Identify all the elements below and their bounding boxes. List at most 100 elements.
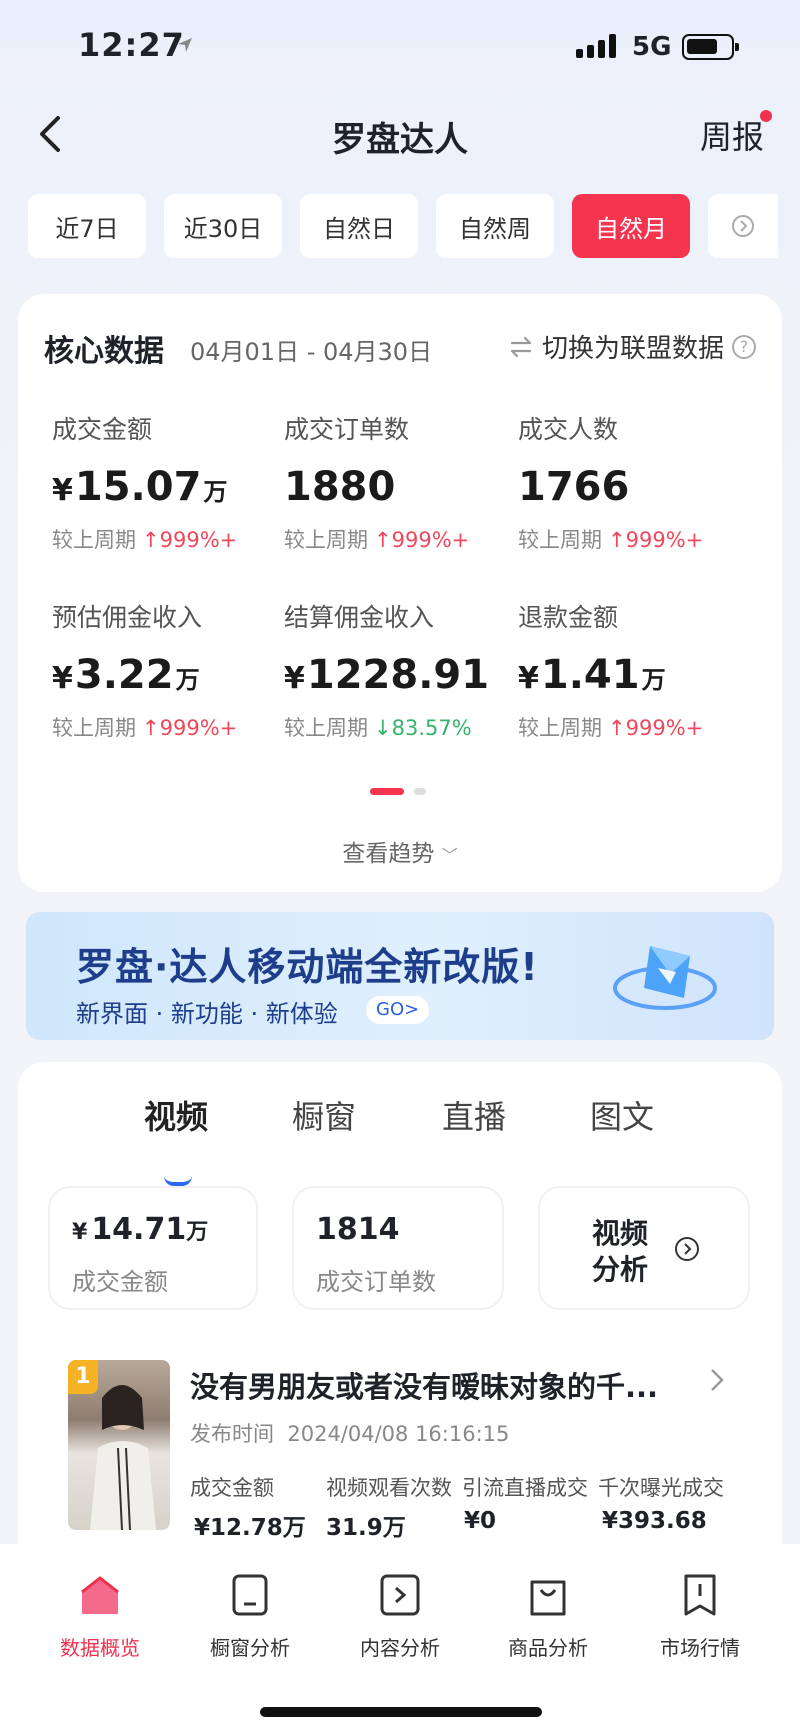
metric-compare: 较上周期 ↓83.57% <box>284 716 472 740</box>
tabbar-item-market[interactable]: 市场行情 <box>630 1570 770 1661</box>
tabbar-label: 内容分析 <box>360 1636 440 1660</box>
video-stat-label: 成交金额 <box>190 1476 274 1500</box>
period-tabs: 近7日 近30日 自然日 自然周 自然月 <box>28 194 800 258</box>
page-indicator <box>370 788 426 795</box>
metric-value: ¥1.41万 <box>518 652 666 698</box>
tab-window[interactable]: 橱窗 <box>292 1092 356 1138</box>
metric-label: 退款金额 <box>518 603 619 632</box>
stat-label: 成交金额 <box>72 1268 168 1296</box>
person-image <box>90 1385 156 1530</box>
view-trend-link[interactable]: 查看趋势 ﹀ <box>18 834 782 868</box>
metric-buyers[interactable]: 成交人数 1766 较上周期 ↑999%+ <box>518 410 758 554</box>
period-tab-month[interactable]: 自然月 <box>572 194 690 258</box>
tabbar-label: 数据概览 <box>60 1636 140 1660</box>
active-tab-indicator <box>164 1176 192 1186</box>
video-stat-value: 31.9万 <box>326 1515 406 1541</box>
metric-gmv[interactable]: 成交金额 ¥15.07万 较上周期 ↑999%+ <box>52 410 292 554</box>
core-data-title: 核心数据 <box>44 334 164 369</box>
metric-settled-commission[interactable]: 结算佣金收入 ¥1228.91 较上周期 ↓83.57% <box>284 598 524 742</box>
stat-label: 成交订单数 <box>316 1268 436 1296</box>
banner-subtitle: 新界面 · 新功能 · 新体验 <box>76 1000 338 1028</box>
tabbar-item-product[interactable]: 商品分析 <box>478 1570 618 1661</box>
metric-compare: 较上周期 ↑999%+ <box>52 528 238 552</box>
status-time: 12:27 <box>78 26 185 64</box>
metric-compare: 较上周期 ↑999%+ <box>284 528 470 552</box>
tab-live[interactable]: 直播 <box>442 1092 506 1138</box>
video-title: 没有男朋友或者没有暧昧对象的千... <box>190 1370 659 1404</box>
tabbar-item-window[interactable]: 橱窗分析 <box>180 1570 320 1661</box>
metric-value: 1766 <box>518 464 630 510</box>
tab-video[interactable]: 视频 <box>144 1092 208 1138</box>
network-label: 5G <box>632 32 672 62</box>
notification-dot <box>760 110 772 122</box>
stat-gmv-box[interactable]: ¥14.71万 成交金额 <box>48 1186 258 1310</box>
chevron-down-icon: ﹀ <box>441 846 458 865</box>
video-stat-label: 千次曝光成交 <box>598 1476 724 1500</box>
nav-header: 罗盘达人 周报 <box>0 96 800 176</box>
video-stat-value: ¥393.68 <box>602 1508 707 1534</box>
stat-value: 1814 <box>316 1212 400 1247</box>
metric-value: 1880 <box>284 464 396 510</box>
metric-label: 预估佣金收入 <box>52 603 203 632</box>
period-tab-week[interactable]: 自然周 <box>436 194 554 258</box>
video-list-item[interactable]: 1 没有男朋友或者没有暧昧对象的千... 发布时间 2024/04/08 16:… <box>44 1352 756 1541</box>
metric-compare: 较上周期 ↑999%+ <box>518 716 704 740</box>
tabbar-label: 橱窗分析 <box>210 1636 290 1660</box>
tabbar-item-content[interactable]: 内容分析 <box>330 1570 470 1661</box>
video-stat-value: ¥12.78万 <box>194 1515 306 1541</box>
publish-time: 发布时间 2024/04/08 16:16:15 <box>190 1422 510 1446</box>
home-indicator <box>260 1707 542 1717</box>
banner-title: 罗盘·达人移动端全新改版! <box>76 945 539 989</box>
metric-label: 成交订单数 <box>284 415 410 444</box>
metric-value: ¥3.22万 <box>52 652 200 698</box>
period-tab-7d[interactable]: 近7日 <box>28 194 146 258</box>
metric-refund[interactable]: 退款金额 ¥1.41万 较上周期 ↑999%+ <box>518 598 758 742</box>
storefront-icon <box>232 1574 268 1616</box>
switch-alliance-label: 切换为联盟数据 <box>541 334 724 364</box>
home-icon <box>81 1576 119 1614</box>
chevron-right-icon[interactable] <box>706 1366 728 1394</box>
switch-alliance-button[interactable]: 切换为联盟数据 ? <box>508 328 756 365</box>
status-bar: 12:27 5G <box>0 0 800 96</box>
period-more-button[interactable] <box>708 194 778 258</box>
banner-go-button[interactable]: GO> <box>366 996 430 1024</box>
shopping-bag-icon <box>530 1580 566 1616</box>
video-stat-value: ¥0 <box>464 1508 497 1534</box>
video-analysis-button[interactable]: 视频分析 <box>538 1186 750 1310</box>
core-data-card: 核心数据 04月01日 - 04月30日 切换为联盟数据 ? 成交金额 ¥15.… <box>18 294 782 892</box>
page-title: 罗盘达人 <box>332 120 468 160</box>
signal-icon <box>576 34 616 58</box>
bottom-tab-bar: 数据概览 橱窗分析 内容分析 商品分析 市场行情 <box>0 1544 800 1731</box>
metric-est-commission[interactable]: 预估佣金收入 ¥3.22万 较上周期 ↑999%+ <box>52 598 292 742</box>
tab-graphic[interactable]: 图文 <box>590 1092 654 1138</box>
tabbar-label: 市场行情 <box>660 1636 740 1660</box>
play-box-icon <box>380 1574 420 1616</box>
date-range: 04月01日 - 04月30日 <box>190 338 433 366</box>
metric-compare: 较上周期 ↑999%+ <box>52 716 238 740</box>
tabbar-label: 商品分析 <box>508 1636 588 1660</box>
content-tabs: 视频 橱窗 直播 图文 <box>18 1092 782 1186</box>
video-thumbnail: 1 <box>68 1360 170 1530</box>
weekly-report-button[interactable]: 周报 <box>700 112 764 158</box>
stat-value: ¥14.71万 <box>72 1212 209 1247</box>
metric-orders[interactable]: 成交订单数 1880 较上周期 ↑999%+ <box>284 410 524 554</box>
metric-value: ¥1228.91 <box>284 652 490 698</box>
period-tab-30d[interactable]: 近30日 <box>164 194 282 258</box>
metric-compare: 较上周期 ↑999%+ <box>518 528 704 552</box>
swap-icon <box>510 336 532 357</box>
help-icon[interactable]: ? <box>732 334 756 359</box>
compass-logo-icon <box>613 946 717 1010</box>
chevron-right-circle-icon <box>732 215 754 237</box>
metric-label: 成交金额 <box>52 415 153 444</box>
video-analysis-label: 视频分析 <box>592 1217 649 1286</box>
location-arrow-icon <box>178 38 192 52</box>
period-tab-day[interactable]: 自然日 <box>300 194 418 258</box>
stat-orders-box[interactable]: 1814 成交订单数 <box>292 1186 504 1310</box>
video-stat-label: 引流直播成交 <box>462 1476 588 1500</box>
metric-value: ¥15.07万 <box>52 464 228 510</box>
tabbar-item-overview[interactable]: 数据概览 <box>30 1570 170 1661</box>
metric-label: 成交人数 <box>518 415 619 444</box>
bookmark-icon <box>684 1574 716 1616</box>
promo-banner[interactable]: 罗盘·达人移动端全新改版! 新界面 · 新功能 · 新体验 GO> <box>26 912 774 1040</box>
chevron-right-circle-icon <box>675 1237 699 1261</box>
